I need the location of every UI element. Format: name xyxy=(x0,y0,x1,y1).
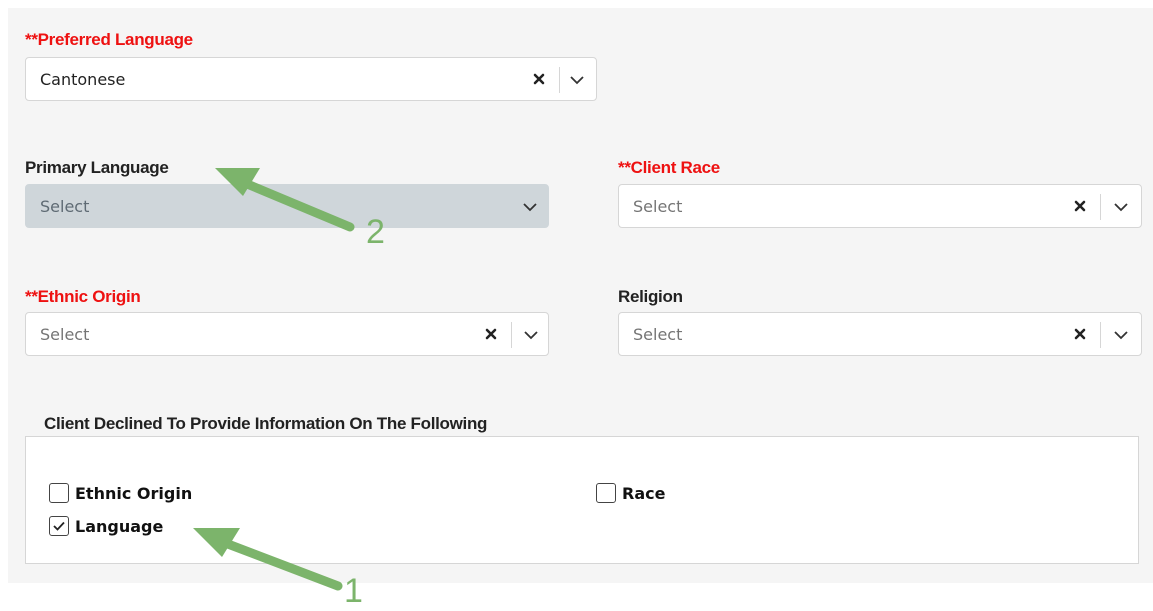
separator xyxy=(1100,194,1101,220)
client-race-label: **Client Race xyxy=(618,158,720,177)
language-option-label: Language xyxy=(75,516,164,536)
separator xyxy=(1100,322,1101,348)
ethnic-origin-select[interactable]: Select xyxy=(25,312,549,356)
primary-language-label: Primary Language xyxy=(25,158,169,177)
preferred-language-value: Cantonese xyxy=(40,70,126,89)
chevron-down-icon[interactable] xyxy=(1113,327,1129,343)
clear-icon[interactable] xyxy=(532,72,546,86)
language-checkbox[interactable] xyxy=(49,516,69,536)
client-race-select[interactable]: Select xyxy=(618,184,1142,228)
ethnic-origin-option[interactable]: Ethnic Origin xyxy=(49,483,192,503)
race-option-label: Race xyxy=(622,483,666,503)
annotation-number-1: 1 xyxy=(344,572,363,610)
primary-language-select[interactable]: Select xyxy=(25,184,549,228)
preferred-language-select[interactable]: Cantonese xyxy=(25,57,597,101)
language-option[interactable]: Language xyxy=(49,516,163,536)
separator xyxy=(511,322,512,348)
chevron-down-icon[interactable] xyxy=(522,199,538,215)
ethnic-origin-checkbox[interactable] xyxy=(49,483,69,503)
annotation-number-2: 2 xyxy=(366,213,385,251)
chevron-down-icon[interactable] xyxy=(523,327,539,343)
religion-select[interactable]: Select xyxy=(618,312,1142,356)
clear-icon[interactable] xyxy=(1073,199,1087,213)
clear-icon[interactable] xyxy=(1073,327,1087,341)
chevron-down-icon[interactable] xyxy=(1113,199,1129,215)
race-option[interactable]: Race xyxy=(596,483,665,503)
client-race-placeholder: Select xyxy=(633,197,683,216)
religion-label: Religion xyxy=(618,287,683,306)
ethnic-origin-option-label: Ethnic Origin xyxy=(75,483,193,503)
separator xyxy=(559,67,560,93)
check-icon xyxy=(53,521,65,531)
clear-icon[interactable] xyxy=(484,327,498,341)
declined-legend: Client Declined To Provide Information O… xyxy=(44,414,488,433)
preferred-language-label: **Preferred Language xyxy=(25,30,193,49)
primary-language-placeholder: Select xyxy=(40,197,90,216)
chevron-down-icon[interactable] xyxy=(569,72,585,88)
ethnic-origin-label: **Ethnic Origin xyxy=(25,287,141,306)
religion-placeholder: Select xyxy=(633,325,683,344)
ethnic-origin-placeholder: Select xyxy=(40,325,90,344)
race-checkbox[interactable] xyxy=(596,483,616,503)
